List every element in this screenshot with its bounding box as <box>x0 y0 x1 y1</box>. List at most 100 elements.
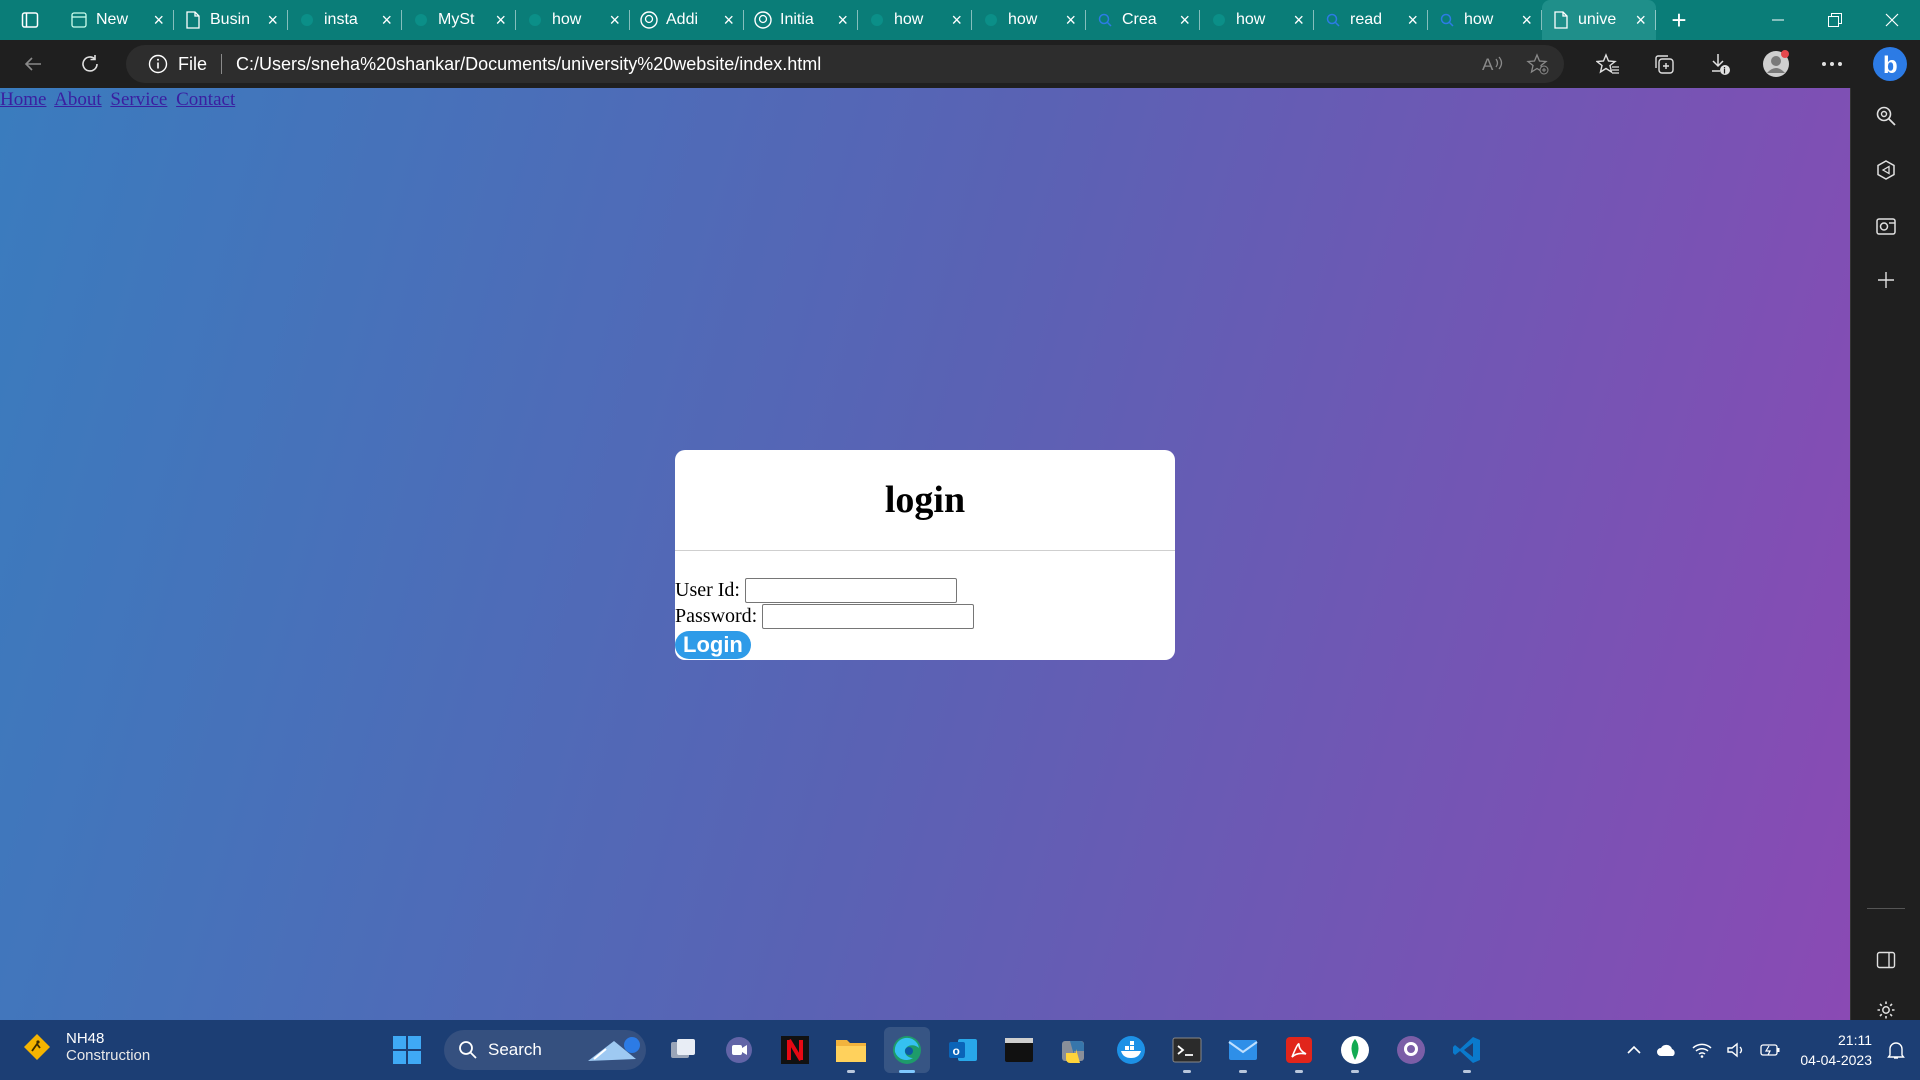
tab-close-icon[interactable]: × <box>1635 11 1646 29</box>
edge-sidebar <box>1850 88 1920 1020</box>
outlook-app[interactable]: o <box>940 1027 986 1073</box>
read-aloud-icon[interactable]: A <box>1482 54 1504 74</box>
favorites-button[interactable] <box>1580 40 1636 88</box>
tab-label: Addi <box>666 11 699 28</box>
restore-button[interactable] <box>1806 0 1863 40</box>
volume-icon[interactable] <box>1726 1042 1746 1058</box>
docker-app[interactable] <box>1108 1027 1154 1073</box>
browser-tab[interactable]: unive × <box>1542 0 1656 40</box>
settings-more-button[interactable] <box>1804 40 1860 88</box>
browser-tab[interactable]: Busin × <box>174 0 288 40</box>
file-icon <box>184 11 202 29</box>
password-row: Password: <box>675 603 1175 629</box>
weather-widget[interactable]: NH48 Construction <box>22 1030 150 1064</box>
browser-tab[interactable]: Crea × <box>1086 0 1200 40</box>
info-icon[interactable] <box>148 54 168 74</box>
sidebar-add-button[interactable] <box>1851 258 1920 302</box>
tab-close-icon[interactable]: × <box>495 11 506 29</box>
tab-label: how <box>1464 11 1494 28</box>
sidebar-search-button[interactable] <box>1851 94 1920 138</box>
python-app[interactable] <box>1052 1027 1098 1073</box>
edge-browser-app[interactable] <box>884 1027 930 1073</box>
nav-link-about[interactable]: About <box>54 89 102 110</box>
refresh-button[interactable] <box>66 40 114 88</box>
chevron-up-icon[interactable] <box>1626 1045 1642 1055</box>
site-icon <box>298 11 316 29</box>
tab-close-icon[interactable]: × <box>723 11 734 29</box>
sidebar-copilot-button[interactable] <box>1851 148 1920 192</box>
wifi-icon[interactable] <box>1692 1042 1712 1058</box>
login-button[interactable]: Login <box>675 631 751 659</box>
password-input[interactable] <box>762 603 975 629</box>
start-button[interactable] <box>384 1027 430 1073</box>
teams-chat-icon <box>726 1037 752 1063</box>
tab-close-icon[interactable]: × <box>609 11 620 29</box>
tab-close-icon[interactable]: × <box>1179 11 1190 29</box>
browser-tab[interactable]: Addi × <box>630 0 744 40</box>
netflix-app[interactable] <box>772 1027 818 1073</box>
vscode-app[interactable] <box>1444 1027 1490 1073</box>
tab-close-icon[interactable]: × <box>951 11 962 29</box>
browser-tab[interactable]: how × <box>1428 0 1542 40</box>
task-view-button[interactable] <box>660 1027 706 1073</box>
hide-sidebar-button[interactable] <box>1851 938 1920 982</box>
collections-button[interactable] <box>1636 40 1692 88</box>
login-card: login User Id: Password: Login <box>675 450 1175 660</box>
site-icon <box>526 11 544 29</box>
downloads-button[interactable]: i <box>1692 40 1748 88</box>
terminal-app[interactable] <box>996 1027 1042 1073</box>
github-icon <box>754 11 772 29</box>
outlook-icon: o <box>949 1039 977 1061</box>
add-favorite-icon[interactable] <box>1526 53 1550 75</box>
command-prompt-app[interactable] <box>1164 1027 1210 1073</box>
tab-close-icon[interactable]: × <box>267 11 278 29</box>
browser-tab[interactable]: MySt × <box>402 0 516 40</box>
teams-chat-button[interactable] <box>716 1027 762 1073</box>
user-id-input[interactable] <box>744 577 957 603</box>
clock[interactable]: 21:11 04-04-2023 <box>1800 1030 1872 1070</box>
tab-close-icon[interactable]: × <box>1407 11 1418 29</box>
github-desktop-app[interactable] <box>1388 1027 1434 1073</box>
download-icon: i <box>1712 54 1730 76</box>
tab-close-icon[interactable]: × <box>1521 11 1532 29</box>
browser-tab[interactable]: insta × <box>288 0 402 40</box>
nav-link-home[interactable]: Home <box>0 89 46 110</box>
tab-close-icon[interactable]: × <box>1065 11 1076 29</box>
battery-icon[interactable] <box>1760 1043 1780 1057</box>
browser-tab[interactable]: how × <box>516 0 630 40</box>
url-text[interactable]: C:/Users/sneha%20shankar/Documents/unive… <box>236 54 821 75</box>
sidebar-divider <box>1867 908 1905 909</box>
notifications-icon[interactable] <box>1886 1040 1906 1060</box>
tab-close-icon[interactable]: × <box>153 11 164 29</box>
tab-close-icon[interactable]: × <box>1293 11 1304 29</box>
close-window-button[interactable] <box>1863 0 1920 40</box>
mongodb-app[interactable] <box>1332 1027 1378 1073</box>
sidebar-outlook-button[interactable] <box>1851 204 1920 248</box>
taskbar-search[interactable]: Search <box>444 1030 646 1070</box>
tab-actions-icon <box>21 12 39 28</box>
tab-close-icon[interactable]: × <box>381 11 392 29</box>
tab-label: Initia <box>780 11 814 28</box>
browser-tab[interactable]: Initia × <box>744 0 858 40</box>
onedrive-cloud-icon[interactable] <box>1656 1042 1678 1058</box>
browser-tab[interactable]: how × <box>972 0 1086 40</box>
profile-button[interactable] <box>1748 40 1804 88</box>
minimize-button[interactable] <box>1749 0 1806 40</box>
back-button[interactable] <box>0 40 66 88</box>
browser-tab[interactable]: how × <box>1200 0 1314 40</box>
browser-tab[interactable]: New × <box>60 0 174 40</box>
nav-link-service[interactable]: Service <box>110 89 167 110</box>
tab-close-icon[interactable]: × <box>837 11 848 29</box>
bing-copilot-button[interactable]: b <box>1860 40 1920 88</box>
mail-app[interactable] <box>1220 1027 1266 1073</box>
file-explorer-app[interactable] <box>828 1027 874 1073</box>
favorites-icon <box>1596 53 1619 74</box>
browser-tab[interactable]: how × <box>858 0 972 40</box>
tab-actions-button[interactable] <box>0 0 60 40</box>
address-bar[interactable]: File C:/Users/sneha%20shankar/Documents/… <box>126 45 1564 83</box>
browser-tab[interactable]: read × <box>1314 0 1428 40</box>
nav-link-contact[interactable]: Contact <box>176 89 235 110</box>
search-icon <box>1324 11 1342 29</box>
acrobat-app[interactable] <box>1276 1027 1322 1073</box>
new-tab-button[interactable]: + <box>1656 0 1702 40</box>
